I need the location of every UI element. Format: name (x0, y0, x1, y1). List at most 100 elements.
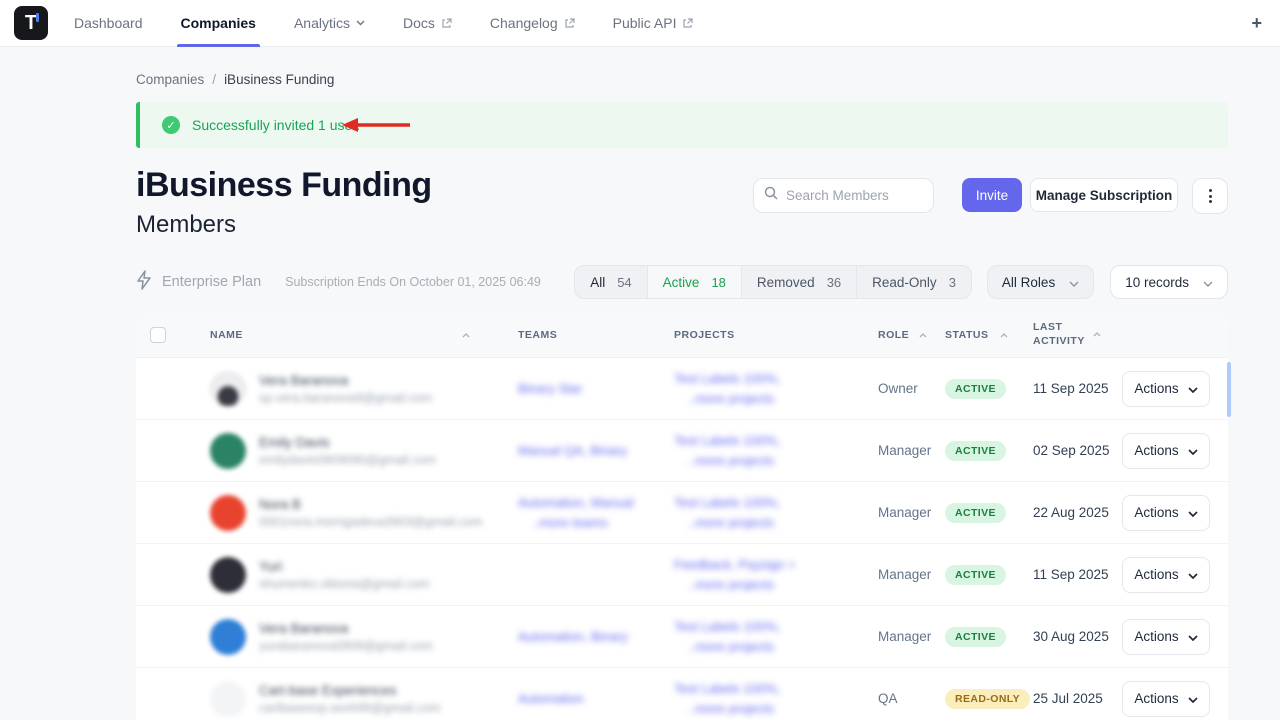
status-badge: ACTIVE (945, 441, 1006, 461)
select-all-checkbox[interactable] (150, 327, 166, 343)
add-tab-button[interactable]: + (1247, 13, 1266, 34)
status-badge: READ-ONLY (945, 689, 1030, 709)
projects-cell: Test Labels 100%,..more projects (674, 617, 878, 656)
project-link[interactable]: ..more projects (688, 451, 878, 471)
table-scrollbar-thumb[interactable] (1227, 362, 1231, 417)
project-link[interactable]: Test Labels 100%, (674, 679, 878, 699)
tab-active[interactable]: Active 18 (648, 266, 742, 298)
avatar (210, 681, 246, 717)
team-link[interactable]: Automation, Manual (518, 493, 674, 513)
projects-cell: Test Labels 100%,..more projects (674, 493, 878, 532)
table-row: Vera Baranova yurabaranova0909@gmail.com… (136, 606, 1228, 668)
team-link[interactable]: Automation (518, 689, 674, 709)
team-link[interactable]: Automation, Binary (518, 627, 674, 647)
actions-button[interactable]: Actions (1122, 433, 1210, 469)
actions-button[interactable]: Actions (1122, 371, 1210, 407)
member-role: Manager (878, 567, 945, 582)
invite-button[interactable]: Invite (962, 178, 1022, 212)
tab-removed[interactable]: Removed 36 (742, 266, 857, 298)
actions-button[interactable]: Actions (1122, 495, 1210, 531)
page-heading: iBusiness Funding Members (136, 166, 432, 239)
more-options-button[interactable] (1192, 178, 1228, 214)
search-box[interactable] (753, 178, 934, 213)
page-title: iBusiness Funding (136, 166, 432, 205)
manage-subscription-button[interactable]: Manage Subscription (1030, 178, 1178, 212)
nav-item-dashboard[interactable]: Dashboard (74, 0, 143, 47)
column-header-role[interactable]: ROLE (878, 329, 945, 341)
column-header-status[interactable]: STATUS (945, 329, 1033, 341)
status-badge: ACTIVE (945, 627, 1006, 647)
last-activity-date: 22 Aug 2025 (1033, 505, 1117, 520)
chevron-down-icon (1188, 691, 1198, 706)
search-icon (764, 186, 778, 205)
projects-cell: Test Labels 100%,..more projects (674, 369, 878, 408)
member-role: Manager (878, 505, 945, 520)
column-header-projects: PROJECTS (674, 329, 878, 341)
team-link[interactable]: Manual QA, Binary (518, 441, 674, 461)
chevron-down-icon (1188, 505, 1198, 520)
status-badge: ACTIVE (945, 503, 1006, 523)
actions-button[interactable]: Actions (1122, 557, 1210, 593)
project-link[interactable]: Test Labels 100%, (674, 617, 878, 637)
last-activity-date: 11 Sep 2025 (1033, 381, 1117, 396)
sort-caret-icon (1000, 329, 1008, 341)
project-link[interactable]: Test Labels 100%, (674, 493, 878, 513)
top-nav: T Dashboard Companies Analytics Docs Cha… (0, 0, 1280, 47)
tab-all[interactable]: All 54 (575, 266, 647, 298)
project-link[interactable]: Test Labels 100%, (674, 431, 878, 451)
column-header-name[interactable]: NAME (210, 329, 518, 341)
nav-item-changelog[interactable]: Changelog (490, 0, 575, 47)
project-link[interactable]: ..more projects (688, 389, 878, 409)
status-filter-tabs: All 54 Active 18 Removed 36 Read-Only 3 (574, 265, 972, 299)
actions-button[interactable]: Actions (1122, 681, 1210, 717)
team-link[interactable]: Binary Star (518, 379, 674, 399)
nav-item-public-api[interactable]: Public API (613, 0, 694, 47)
nav-item-analytics[interactable]: Analytics (294, 0, 365, 47)
records-per-page-dropdown[interactable]: 10 records (1110, 265, 1228, 299)
project-link[interactable]: ..more projects (688, 513, 878, 533)
nav-item-docs[interactable]: Docs (403, 0, 452, 47)
projects-cell: Test Labels 100%,..more projects (674, 431, 878, 470)
teams-cell: Binary Star (518, 379, 674, 399)
success-banner: ✓ Successfully invited 1 user. (136, 102, 1228, 148)
column-header-last-activity[interactable]: LAST ACTIVITY (1033, 321, 1117, 348)
chevron-down-icon (1203, 275, 1213, 290)
members-table: NAME TEAMS PROJECTS ROLE STATUS (136, 313, 1228, 720)
member-name: Cart-base Experiences (259, 683, 441, 698)
member-role: Manager (878, 443, 945, 458)
status-badge: ACTIVE (945, 565, 1006, 585)
nav-items: Dashboard Companies Analytics Docs Chang… (74, 0, 693, 47)
member-email: cartbaseexp.work99@gmail.com (259, 701, 441, 715)
team-link[interactable]: ..more teams (532, 513, 674, 533)
search-input[interactable] (786, 188, 916, 203)
table-body: Vera Baranova sp.vera.baranova9@gmail.co… (136, 358, 1228, 720)
project-link[interactable]: ..more projects (688, 575, 878, 595)
last-activity-date: 02 Sep 2025 (1033, 443, 1117, 458)
avatar (210, 371, 246, 407)
external-link-icon (564, 18, 575, 29)
teams-cell: Automation, Binary (518, 627, 674, 647)
member-email: shumenko.viktoria@gmail.com (259, 577, 429, 591)
project-link[interactable]: ..more projects (688, 699, 878, 719)
member-email: emilydavis0909090@gmail.com (259, 453, 436, 467)
project-link[interactable]: Feedback, Paysign + (674, 555, 878, 575)
external-link-icon (441, 18, 452, 29)
projects-cell: Test Labels 100%,..more projects (674, 679, 878, 718)
last-activity-date: 25 Jul 2025 (1033, 691, 1117, 706)
kebab-icon (1209, 189, 1212, 192)
last-activity-date: 30 Aug 2025 (1033, 629, 1117, 644)
last-activity-date: 11 Sep 2025 (1033, 567, 1117, 582)
check-circle-icon: ✓ (162, 116, 180, 134)
member-email: yurabaranova0909@gmail.com (259, 639, 433, 653)
nav-item-companies[interactable]: Companies (181, 0, 256, 47)
app-logo[interactable]: T (14, 6, 48, 40)
roles-dropdown[interactable]: All Roles (987, 265, 1094, 299)
actions-button[interactable]: Actions (1122, 619, 1210, 655)
project-link[interactable]: ..more projects (688, 637, 878, 657)
member-email: sp.vera.baranova9@gmail.com (259, 391, 432, 405)
plan-name: Enterprise Plan (162, 274, 261, 290)
external-link-icon (682, 18, 693, 29)
breadcrumb-companies[interactable]: Companies (136, 72, 204, 87)
project-link[interactable]: Test Labels 100%, (674, 369, 878, 389)
tab-read-only[interactable]: Read-Only 3 (857, 266, 971, 298)
